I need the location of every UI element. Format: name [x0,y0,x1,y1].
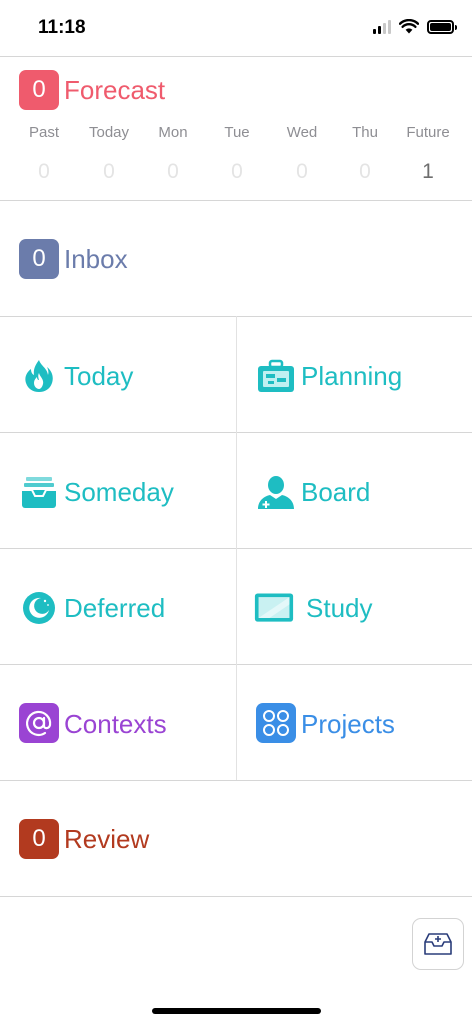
status-icons [373,19,457,34]
tablet-icon [254,593,294,622]
forecast-day-label: Thu [352,124,378,141]
forecast-day-count[interactable]: 0 [79,160,139,184]
divider [0,780,472,781]
forecast-day-count[interactable]: 0 [335,160,395,184]
forecast-label: Forecast [64,75,166,105]
forecast-day-label: Today [88,124,130,141]
person-icon [258,476,294,509]
projects-label: Projects [301,709,395,739]
study-label: Study [306,593,373,623]
review-badge: 0 [19,819,59,859]
home-indicator[interactable] [152,1008,321,1014]
forecast-day-label: Past [28,124,59,141]
cellular-signal-icon [373,19,391,34]
someday-label: Someday [64,477,174,507]
forecast-day-count[interactable]: 1 [398,160,458,184]
today-label: Today [64,361,134,391]
inbox-badge: 0 [19,239,59,279]
forecast-day-label: Wed [286,124,318,141]
forecast-day-label: Future [406,124,450,141]
at-sign-icon [19,703,59,743]
forecast-day-count[interactable]: 0 [207,160,267,184]
forecast-day-count[interactable]: 0 [14,160,74,184]
wifi-icon [399,19,419,34]
grid-vertical-divider [236,316,237,780]
forecast-day-label: Tue [224,124,250,141]
battery-icon [427,19,457,34]
forecast-badge: 0 [19,70,59,110]
planning-label: Planning [301,361,403,391]
deferred-label: Deferred [64,593,166,623]
add-to-inbox-icon [424,933,452,955]
quick-add-button[interactable] [412,918,464,970]
divider [0,56,472,57]
flame-icon [25,360,53,392]
forecast-day-count[interactable]: 0 [272,160,332,184]
divider [0,896,472,897]
divider [0,200,472,201]
contexts-label: Contexts [64,709,167,739]
moon-icon [23,592,55,624]
inbox-label: Inbox [64,244,128,274]
board-label: Board [301,477,371,507]
forecast-day-count[interactable]: 0 [143,160,203,184]
forecast-day-label: Mon [158,124,188,141]
inbox-tray-icon [22,477,56,508]
review-label: Review [64,824,150,854]
briefcase-icon [258,359,294,392]
circles-icon [256,703,296,743]
status-bar: 11:18 [0,0,472,56]
status-time: 11:18 [38,17,86,38]
